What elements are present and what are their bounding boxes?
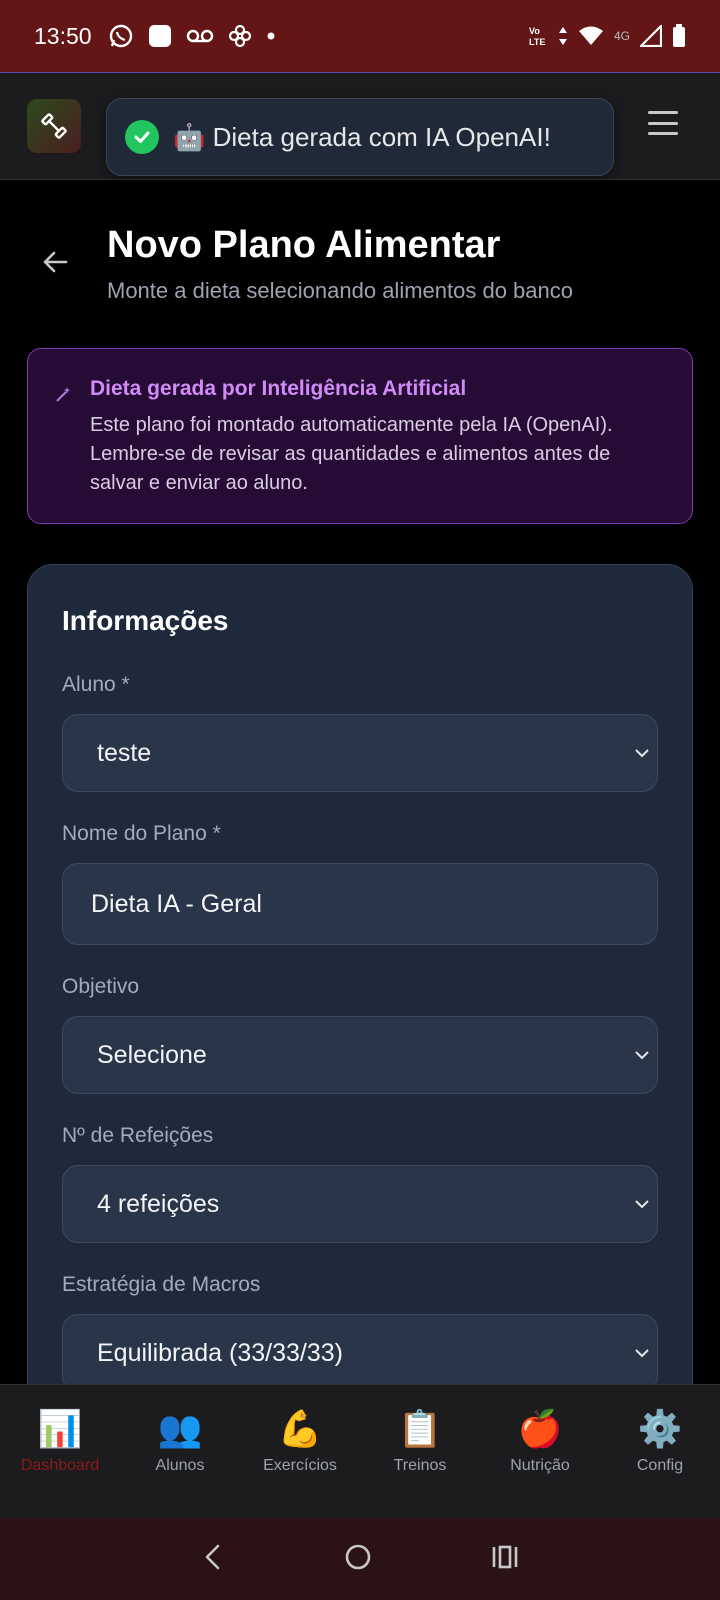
field-macros: Estratégia de Macros Equilibrada (33/33/… <box>62 1273 658 1392</box>
chevron-down-icon <box>635 1200 649 1209</box>
input-value: Dieta IA - Geral <box>91 889 262 918</box>
field-nome-plano: Nome do Plano * Dieta IA - Geral <box>62 822 658 945</box>
signal-icon <box>640 25 662 47</box>
field-label: Estratégia de Macros <box>62 1273 261 1296</box>
battery-icon <box>672 24 686 48</box>
select-value: 4 refeições <box>97 1189 220 1218</box>
data-arrows-icon <box>558 26 568 46</box>
ai-generated-notice: Dieta gerada por Inteligência Artificial… <box>27 348 693 524</box>
chart-icon: 📊 <box>37 1408 83 1449</box>
network-type-label: 4G <box>613 29 630 43</box>
svg-text:Vo: Vo <box>529 26 540 36</box>
field-label: Nº de Refeições <box>62 1124 214 1147</box>
ai-notice-title: Dieta gerada por Inteligência Artificial <box>90 377 467 400</box>
more-notifications-dot-icon <box>266 31 276 41</box>
success-toast[interactable]: 🤖 Dieta gerada com IA OpenAI! <box>106 98 614 176</box>
nav-label: Treinos <box>393 1457 447 1474</box>
status-time: 13:50 <box>34 22 92 49</box>
people-icon: 👥 <box>157 1408 203 1449</box>
info-form-card: Informações Aluno * teste Nome do Plano … <box>27 564 693 1464</box>
meals-count-select[interactable]: 4 refeições <box>62 1165 658 1243</box>
app-notification-icon <box>148 24 172 48</box>
nav-item-alunos[interactable]: 👥 Alunos <box>120 1385 240 1518</box>
check-circle-icon <box>125 120 159 154</box>
chevron-down-icon <box>635 749 649 758</box>
select-value: teste <box>97 738 152 767</box>
goal-select[interactable]: Selecione <box>62 1016 658 1094</box>
page-title: Novo Plano Alimentar <box>107 224 501 266</box>
field-label: Nome do Plano * <box>62 822 221 845</box>
chevron-down-icon <box>635 1349 649 1358</box>
nav-label: Dashboard <box>20 1457 100 1474</box>
system-home-icon[interactable] <box>343 1542 373 1577</box>
field-label: Objetivo <box>62 975 140 998</box>
magic-wand-icon <box>54 386 72 404</box>
system-recents-icon[interactable] <box>491 1544 519 1575</box>
status-bar: 13:50 Vo LTE 4G <box>0 0 720 72</box>
gear-icon: ⚙️ <box>637 1408 683 1449</box>
field-aluno: Aluno * teste <box>62 673 658 792</box>
flexed-bicep-icon: 💪 <box>277 1408 323 1449</box>
system-navigation-bar <box>0 1518 720 1600</box>
nav-label: Alunos <box>155 1457 205 1474</box>
dumbbell-icon <box>41 113 67 139</box>
chevron-down-icon <box>635 1051 649 1060</box>
page-subtitle: Monte a dieta selecionando alimentos do … <box>107 278 573 303</box>
nav-item-treinos[interactable]: 📋 Treinos <box>360 1385 480 1518</box>
select-value: Selecione <box>97 1040 207 1069</box>
volte-icon: Vo LTE <box>528 24 548 48</box>
macro-strategy-select[interactable]: Equilibrada (33/33/33) <box>62 1314 658 1392</box>
nav-item-config[interactable]: ⚙️ Config <box>600 1385 720 1518</box>
back-arrow-icon[interactable] <box>40 246 72 278</box>
field-refeicoes: Nº de Refeições 4 refeições <box>62 1124 658 1243</box>
voicemail-icon <box>186 28 214 44</box>
whatsapp-icon <box>108 23 134 49</box>
nav-label: Exercícios <box>263 1457 337 1474</box>
field-label: Aluno * <box>62 673 130 696</box>
select-value: Equilibrada (33/33/33) <box>97 1338 343 1367</box>
app-logo[interactable] <box>27 99 81 153</box>
toast-message: 🤖 Dieta gerada com IA OpenAI! <box>173 121 551 152</box>
pinwheel-icon <box>228 24 252 48</box>
nav-item-dashboard[interactable]: 📊 Dashboard <box>0 1385 120 1518</box>
field-objetivo: Objetivo Selecione <box>62 975 658 1094</box>
nav-label: Nutrição <box>510 1457 570 1474</box>
apple-icon: 🍎 <box>517 1408 563 1449</box>
system-back-icon[interactable] <box>201 1543 225 1576</box>
wifi-icon <box>578 26 604 46</box>
ai-notice-text: Este plano foi montado automaticamente p… <box>90 414 613 494</box>
nav-label: Config <box>636 1457 684 1474</box>
hamburger-menu-icon[interactable] <box>648 111 678 135</box>
nav-item-nutricao[interactable]: 🍎 Nutrição <box>480 1385 600 1518</box>
student-select[interactable]: teste <box>62 714 658 792</box>
form-section-title: Informações <box>62 605 229 636</box>
svg-text:LTE: LTE <box>529 37 545 47</box>
nav-item-exercicios[interactable]: 💪 Exercícios <box>240 1385 360 1518</box>
plan-name-input[interactable]: Dieta IA - Geral <box>62 863 658 945</box>
bottom-navigation: 📊 Dashboard 👥 Alunos 💪 Exercícios 📋 Trei… <box>0 1384 720 1518</box>
clipboard-icon: 📋 <box>397 1408 443 1449</box>
